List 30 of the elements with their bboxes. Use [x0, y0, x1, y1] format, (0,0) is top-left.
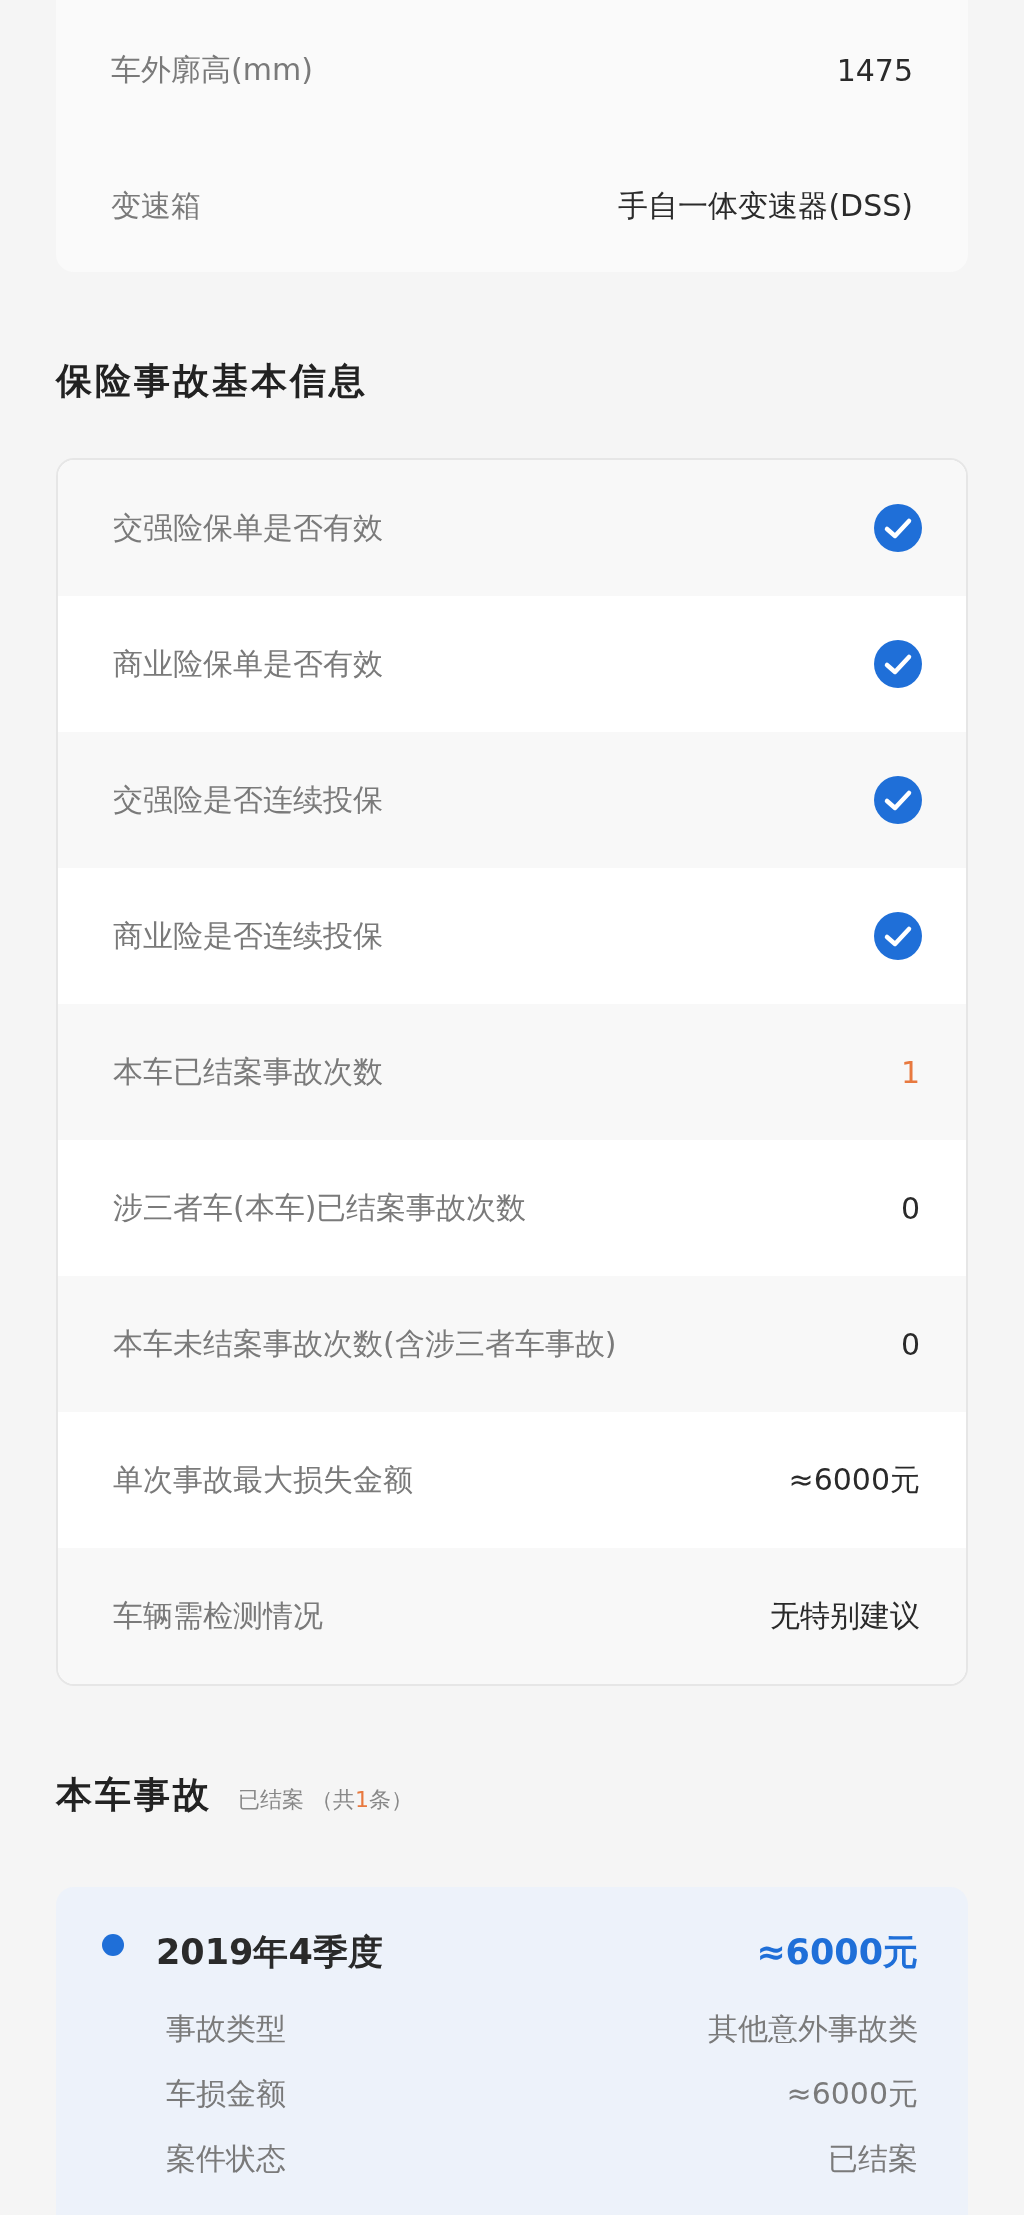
info-label: 本车未结案事故次数(含涉三者车事故)	[113, 1324, 617, 1363]
info-value: 0	[900, 1326, 920, 1362]
spec-value: 手自一体变速器(DSS)	[618, 186, 913, 225]
spec-label: 变速箱	[111, 186, 201, 225]
info-value: ≈6000元	[788, 1460, 920, 1499]
detail-value: 其他意外事故类	[708, 2010, 918, 2048]
detail-value: 已结案	[828, 2140, 918, 2178]
info-label: 商业险是否连续投保	[113, 916, 383, 955]
detail-value: ≈6000元	[786, 2075, 918, 2113]
info-value: 1	[900, 1054, 920, 1090]
info-label: 车辆需检测情况	[113, 1596, 323, 1635]
bullet-dot	[102, 1934, 124, 1956]
detail-label: 事故类型	[166, 2010, 286, 2048]
info-label: 本车已结案事故次数	[113, 1052, 383, 1091]
detail-label: 案件状态	[166, 2140, 286, 2178]
detail-label: 车损金额	[166, 2075, 286, 2113]
section-title: 本车事故	[56, 1773, 212, 1817]
accident-amount: ≈6000元	[756, 1930, 918, 1974]
record-count: 已结案 （共1条）	[238, 1786, 413, 1814]
spec-value: 1475	[836, 52, 913, 88]
info-label: 交强险保单是否有效	[113, 508, 383, 547]
info-label: 交强险是否连续投保	[113, 780, 383, 819]
section-title: 保险事故基本信息	[56, 359, 369, 403]
info-value: 无特别建议	[770, 1596, 920, 1635]
info-label: 商业险保单是否有效	[113, 644, 383, 683]
spec-label: 车外廓高(mm)	[111, 50, 313, 89]
info-value: 0	[900, 1190, 920, 1226]
info-label: 单次事故最大损失金额	[113, 1460, 413, 1499]
accident-period: 2019年4季度	[156, 1930, 383, 1974]
info-label: 涉三者车(本车)已结案事故次数	[113, 1188, 527, 1227]
